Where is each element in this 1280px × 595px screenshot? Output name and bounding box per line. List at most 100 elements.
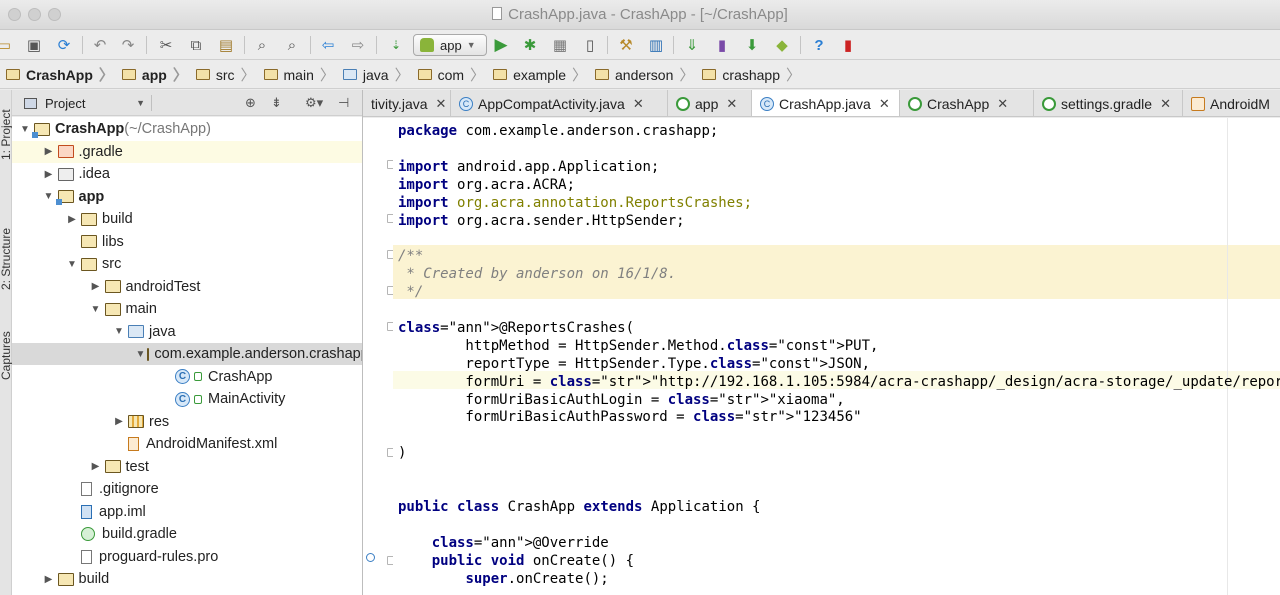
code-line[interactable]: formUri = class="str">"http://192.168.1.… xyxy=(398,373,1280,391)
code-line[interactable]: formUriBasicAuthLogin = class="str">"xia… xyxy=(398,391,844,409)
attach-debugger-icon[interactable]: ▯ xyxy=(580,35,600,55)
collapsed-arrow-icon[interactable]: ▶ xyxy=(42,169,56,180)
gradle-sync-icon[interactable]: ⇓ xyxy=(682,35,702,55)
tree-item[interactable]: ▶ res xyxy=(12,411,362,433)
forward-icon[interactable]: ⇨ xyxy=(348,35,368,55)
collapsed-arrow-icon[interactable]: ▶ xyxy=(112,416,126,427)
tree-item[interactable]: AndroidManifest.xml xyxy=(12,433,362,455)
tree-item[interactable]: build.gradle xyxy=(12,523,362,545)
redo-icon[interactable]: ↷ xyxy=(118,35,138,55)
tree-item[interactable]: .gitignore xyxy=(12,478,362,500)
undo-icon[interactable]: ↶ xyxy=(90,35,110,55)
breadcrumb-item[interactable]: com 〉 xyxy=(414,61,489,89)
code-line[interactable]: super.onCreate(); xyxy=(398,570,608,588)
expanded-arrow-icon[interactable]: ▼ xyxy=(18,124,32,135)
collapse-all-icon[interactable]: ⇟ xyxy=(271,95,282,111)
code-line[interactable]: formUriBasicAuthPassword = class="str">"… xyxy=(398,408,861,426)
breadcrumb-item[interactable]: anderson 〉 xyxy=(591,61,698,89)
tree-item[interactable]: libs xyxy=(12,231,362,253)
cut-icon[interactable]: ✂ xyxy=(156,35,176,55)
tree-item[interactable]: proguard-rules.pro xyxy=(12,546,362,568)
breadcrumb-item[interactable]: src 〉 xyxy=(192,61,260,89)
expanded-arrow-icon[interactable]: ▼ xyxy=(42,191,56,202)
editor-tab[interactable]: tivity.java ✕ xyxy=(363,90,451,116)
code-line[interactable]: class="ann">@ReportsCrashes( xyxy=(398,319,634,337)
code-line[interactable]: import org.acra.sender.HttpSender; xyxy=(398,212,685,230)
scroll-from-source-icon[interactable]: ⊕ xyxy=(245,95,256,111)
code-editor[interactable]: package com.example.anderson.crashapp; im… xyxy=(393,118,1280,595)
tree-item[interactable]: ▶ build xyxy=(12,568,362,590)
open-folder-icon[interactable]: ▭ xyxy=(0,35,14,55)
code-line[interactable]: httpMethod = HttpSender.Method.class="co… xyxy=(398,337,878,355)
replace-icon[interactable]: ⌕ xyxy=(282,35,302,55)
hide-panel-icon[interactable]: ⊣ xyxy=(338,95,349,111)
tree-item[interactable]: ▼ main xyxy=(12,298,362,320)
expanded-arrow-icon[interactable]: ▼ xyxy=(112,326,126,337)
close-tab-icon[interactable]: ✕ xyxy=(879,96,890,112)
tree-item[interactable]: ▶ .idea xyxy=(12,163,362,185)
expanded-arrow-icon[interactable]: ▼ xyxy=(89,304,103,315)
project-structure-icon[interactable]: ▥ xyxy=(646,35,666,55)
code-line[interactable]: import org.acra.annotation.ReportsCrashe… xyxy=(398,194,752,212)
close-tab-icon[interactable]: ✕ xyxy=(633,96,644,112)
project-view-dropdown[interactable]: Project ▼ xyxy=(24,95,152,111)
editor-tab[interactable]: C AppCompatActivity.java ✕ xyxy=(451,90,668,116)
expanded-arrow-icon[interactable]: ▼ xyxy=(136,349,146,360)
tree-item[interactable]: ▼ CrashApp (~/CrashApp) xyxy=(12,118,362,140)
help-icon[interactable]: ? xyxy=(809,35,829,55)
editor-tab[interactable]: AndroidM xyxy=(1183,90,1280,116)
breadcrumb-item[interactable]: main 〉 xyxy=(260,61,339,89)
breadcrumb-item[interactable]: java 〉 xyxy=(339,61,414,89)
code-line[interactable]: ) xyxy=(398,444,406,462)
breadcrumb-item[interactable]: example 〉 xyxy=(489,61,591,89)
code-line[interactable]: import org.acra.ACRA; xyxy=(398,176,575,194)
code-line[interactable]: /** xyxy=(398,247,423,265)
tree-item[interactable]: C MainActivity xyxy=(12,388,362,410)
make-project-icon[interactable]: ⇣ xyxy=(386,35,406,55)
sync-icon[interactable]: ⟳ xyxy=(54,35,74,55)
collapsed-arrow-icon[interactable]: ▶ xyxy=(42,146,56,157)
tree-item[interactable]: ▼ java xyxy=(12,321,362,343)
close-tab-icon[interactable]: ✕ xyxy=(1160,96,1171,112)
coverage-icon[interactable]: ▦ xyxy=(550,35,570,55)
sdk-download-icon[interactable]: ⬇ xyxy=(742,35,762,55)
close-tab-icon[interactable]: ✕ xyxy=(726,96,737,112)
tree-item[interactable]: ▶ androidTest xyxy=(12,276,362,298)
code-line[interactable]: class="ann">@Override xyxy=(398,534,609,552)
breadcrumb-item[interactable]: CrashApp 〉 xyxy=(2,61,118,89)
run-icon[interactable]: ▶ xyxy=(491,35,511,55)
code-line[interactable]: */ xyxy=(398,283,423,301)
save-icon[interactable]: ▣ xyxy=(24,35,44,55)
collapsed-arrow-icon[interactable]: ▶ xyxy=(42,574,56,585)
gear-icon[interactable]: ⚙▾ xyxy=(305,95,323,111)
sdk-manager-icon[interactable]: ⚒ xyxy=(616,35,636,55)
avd-manager-icon[interactable]: ▮ xyxy=(712,35,732,55)
breadcrumb-item[interactable]: app 〉 xyxy=(118,61,192,89)
find-icon[interactable]: ⌕ xyxy=(252,35,272,55)
debug-icon[interactable]: ✱ xyxy=(520,35,540,55)
back-icon[interactable]: ⇦ xyxy=(318,35,338,55)
editor-tab[interactable]: settings.gradle ✕ xyxy=(1034,90,1183,116)
editor-tab[interactable]: CrashApp ✕ xyxy=(900,90,1034,116)
device-monitor-icon[interactable]: ◆ xyxy=(772,35,792,55)
close-tab-icon[interactable]: ✕ xyxy=(997,96,1008,112)
expanded-arrow-icon[interactable]: ▼ xyxy=(65,259,79,270)
tree-item[interactable]: ▶ test xyxy=(12,456,362,478)
tree-item[interactable]: app.iml xyxy=(12,501,362,523)
code-line[interactable]: public class CrashApp extends Applicatio… xyxy=(398,498,761,516)
breadcrumb-item[interactable]: crashapp 〉 xyxy=(698,61,805,89)
tree-item[interactable]: C CrashApp xyxy=(12,366,362,388)
collapsed-arrow-icon[interactable]: ▶ xyxy=(65,214,79,225)
collapsed-arrow-icon[interactable]: ▶ xyxy=(89,281,103,292)
code-line[interactable]: package com.example.anderson.crashapp; xyxy=(398,122,718,140)
editor-tab[interactable]: app ✕ xyxy=(668,90,752,116)
tree-item[interactable]: ▶ .gradle xyxy=(12,140,362,163)
tree-item[interactable]: ▼ app xyxy=(12,186,362,208)
tree-item[interactable]: ▼ com.example.anderson.crashapp xyxy=(12,343,362,365)
code-line[interactable]: import android.app.Application; xyxy=(398,158,659,176)
collapsed-arrow-icon[interactable]: ▶ xyxy=(89,461,103,472)
run-configuration-dropdown[interactable]: app ▼ xyxy=(413,34,487,56)
stop-icon[interactable]: ▮ xyxy=(838,35,858,55)
paste-icon[interactable]: ▤ xyxy=(216,35,236,55)
tree-item[interactable]: ▼ src xyxy=(12,253,362,275)
